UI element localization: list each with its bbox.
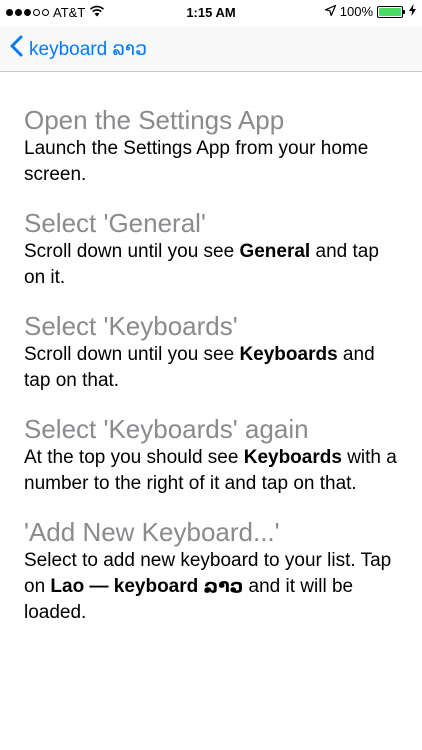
back-button-label: keyboard ລາວ xyxy=(29,38,148,60)
navigation-bar: keyboard ລາວ xyxy=(0,26,422,72)
step-title: Open the Settings App xyxy=(24,105,285,135)
step-title: 'Add New Keyboard...' xyxy=(24,517,280,547)
location-arrow-icon xyxy=(324,4,336,19)
step-desc-emphasis: Keyboards xyxy=(243,447,342,468)
step-title: Select 'Keyboards' again xyxy=(24,414,309,444)
step-desc-emphasis: Keyboards xyxy=(239,344,338,365)
step-desc-emphasis: Lao — keyboard ລາວ xyxy=(50,576,244,597)
step-open-settings: Open the Settings App Launch the Setting… xyxy=(24,104,404,188)
battery-icon xyxy=(377,5,405,18)
back-button[interactable]: keyboard ລາວ xyxy=(10,35,147,63)
step-desc-emphasis: General xyxy=(239,241,311,262)
step-add-new-keyboard: 'Add New Keyboard...' Select to add new … xyxy=(24,516,404,626)
step-select-general: Select 'General' Scroll down until you s… xyxy=(24,207,404,291)
battery-percent: 100% xyxy=(339,4,373,19)
step-description: Scroll down until you see Keyboards and … xyxy=(24,342,404,394)
chevron-left-icon xyxy=(10,35,23,63)
step-description: Select to add new keyboard to your list.… xyxy=(24,548,404,626)
status-bar: AT&T 1:15 AM 100% xyxy=(0,0,422,26)
instructions-content: Open the Settings App Launch the Setting… xyxy=(24,104,404,645)
step-desc-text: Scroll down until you see xyxy=(24,344,240,365)
charging-bolt-icon xyxy=(409,4,416,19)
step-description: Launch the Settings App from your home s… xyxy=(24,138,369,185)
step-desc-text: Scroll down until you see xyxy=(24,241,240,262)
step-select-keyboards-again: Select 'Keyboards' again At the top you … xyxy=(24,413,404,497)
step-description: At the top you should see Keyboards with… xyxy=(24,445,404,497)
step-title: Select 'General' xyxy=(24,208,206,238)
step-title: Select 'Keyboards' xyxy=(24,311,238,341)
step-desc-text: At the top you should see xyxy=(24,447,244,468)
status-right: 100% xyxy=(324,4,416,19)
battery-level-fill xyxy=(379,7,401,16)
step-description: Scroll down until you see General and ta… xyxy=(24,239,404,291)
step-select-keyboards: Select 'Keyboards' Scroll down until you… xyxy=(24,310,404,394)
